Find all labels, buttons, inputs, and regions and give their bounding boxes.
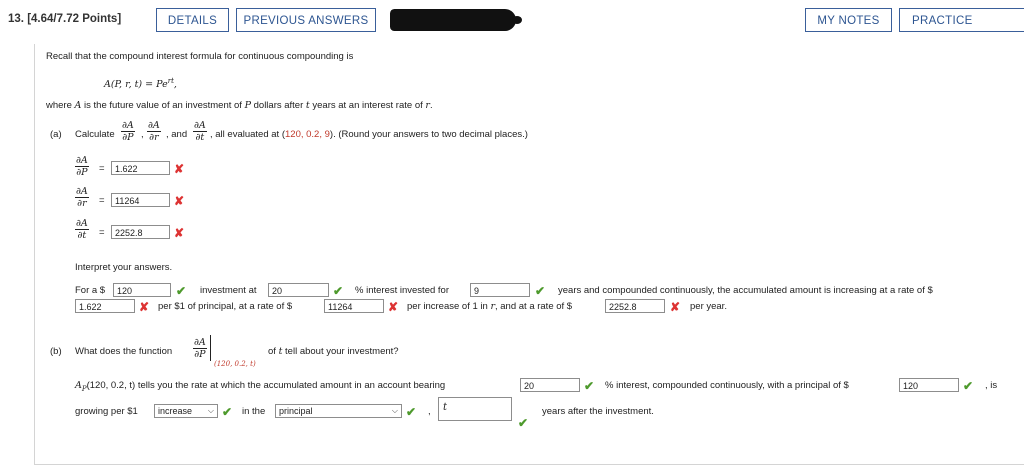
- incorrect-icon: ✘: [174, 194, 185, 208]
- for-a-text: For a $: [75, 285, 106, 296]
- rate-t-input[interactable]: 2252.8: [605, 299, 665, 313]
- frac-dA-dP-row: ∂A ∂P: [75, 155, 89, 178]
- part-b-label: (b): [50, 346, 62, 357]
- correct-icon: ✔: [963, 379, 974, 393]
- rate-principal-input[interactable]: 1.622: [75, 299, 135, 313]
- comma: ,: [141, 129, 144, 140]
- formula: A(P, r, t) = Pert,: [104, 77, 177, 91]
- part-a-label: (a): [50, 129, 62, 140]
- answer-dA-dt-input[interactable]: 2252.8: [111, 225, 170, 239]
- frac-dA-dr: ∂A ∂r: [147, 120, 161, 143]
- years-input[interactable]: 9: [470, 283, 530, 297]
- equals: =: [99, 163, 105, 174]
- correct-icon: ✔: [222, 405, 233, 419]
- redacted-mark: [390, 9, 522, 31]
- in-the-text: in the: [242, 406, 266, 417]
- question-number: 13. [4.64/7.72 Points]: [8, 13, 122, 25]
- tell-about-text: of t tell about your investment?: [268, 346, 399, 357]
- incorrect-icon: ✘: [174, 226, 185, 240]
- frac-dA-dt: ∂A ∂t: [193, 120, 207, 143]
- is-text: , is: [985, 380, 998, 391]
- years-after-text: years after the investment.: [542, 406, 654, 417]
- correct-icon: ✔: [406, 405, 417, 419]
- correct-icon: ✔: [518, 416, 529, 430]
- growing-text: growing per $1: [75, 406, 138, 417]
- per-dollar-text: per $1 of principal, at a rate of $: [158, 301, 293, 312]
- change-type-select[interactable]: increase ⌵: [154, 404, 218, 418]
- evaluated-text: , all evaluated at (120, 0.2, 9). (Round…: [210, 129, 528, 140]
- frac-dA-dP-b: ∂A ∂P: [193, 337, 207, 360]
- variable-select[interactable]: principal ⌵: [275, 404, 402, 418]
- and-label: , and: [166, 129, 188, 140]
- evaluation-bar: [210, 335, 211, 361]
- ap-statement: AP(120, 0.2, t) tells you the rate at wh…: [75, 380, 446, 393]
- incorrect-icon: ✘: [139, 300, 150, 314]
- incorrect-icon: ✘: [174, 162, 185, 176]
- correct-icon: ✔: [584, 379, 595, 393]
- calculate-label: Calculate: [75, 129, 115, 140]
- details-button[interactable]: DETAILS: [156, 8, 229, 32]
- intro-line: Recall that the compound interest formul…: [46, 51, 354, 62]
- answer-dA-dr-input[interactable]: 11264: [111, 193, 170, 207]
- frac-dA-dt-row: ∂A ∂t: [75, 218, 89, 241]
- incorrect-icon: ✘: [388, 300, 399, 314]
- my-notes-button[interactable]: MY NOTES: [805, 8, 892, 32]
- practice-another-button[interactable]: PRACTICE ANOTHER: [899, 8, 1024, 32]
- time-input[interactable]: t: [438, 397, 512, 421]
- rate-r-input[interactable]: 11264: [324, 299, 384, 313]
- investment-at-text: investment at: [200, 285, 257, 296]
- answer-dA-dP-input[interactable]: 1.622: [111, 161, 170, 175]
- incorrect-icon: ✘: [670, 300, 681, 314]
- years-compounded-text: years and compounded continuously, the a…: [558, 285, 933, 296]
- principal-b-input[interactable]: 120: [899, 378, 959, 392]
- interest-compounded-text: % interest, compounded continuously, wit…: [605, 380, 849, 391]
- equals: =: [99, 227, 105, 238]
- comma: ,: [428, 406, 431, 417]
- evaluation-point: (120, 0.2, t): [214, 360, 256, 368]
- principal-input[interactable]: 120: [113, 283, 171, 297]
- interest-rate-input[interactable]: 20: [268, 283, 329, 297]
- interest-invested-text: % interest invested for: [355, 285, 449, 296]
- correct-icon: ✔: [333, 284, 344, 298]
- interpret-label: Interpret your answers.: [75, 262, 173, 273]
- frac-dA-dP: ∂A ∂P: [121, 120, 135, 143]
- per-increase-text: per increase of 1 in r, and at a rate of…: [407, 301, 573, 312]
- question-header: 13. [4.64/7.72 Points] DETAILS PREVIOUS …: [0, 0, 1024, 44]
- correct-icon: ✔: [535, 284, 546, 298]
- intro-definition: where A is the future value of an invest…: [46, 100, 433, 111]
- what-does-text: What does the function: [75, 346, 173, 357]
- equals: =: [99, 195, 105, 206]
- correct-icon: ✔: [176, 284, 187, 298]
- frac-dA-dr-row: ∂A ∂r: [75, 186, 89, 209]
- interest-b-input[interactable]: 20: [520, 378, 580, 392]
- previous-answers-button[interactable]: PREVIOUS ANSWERS: [236, 8, 376, 32]
- per-year-text: per year.: [690, 301, 727, 312]
